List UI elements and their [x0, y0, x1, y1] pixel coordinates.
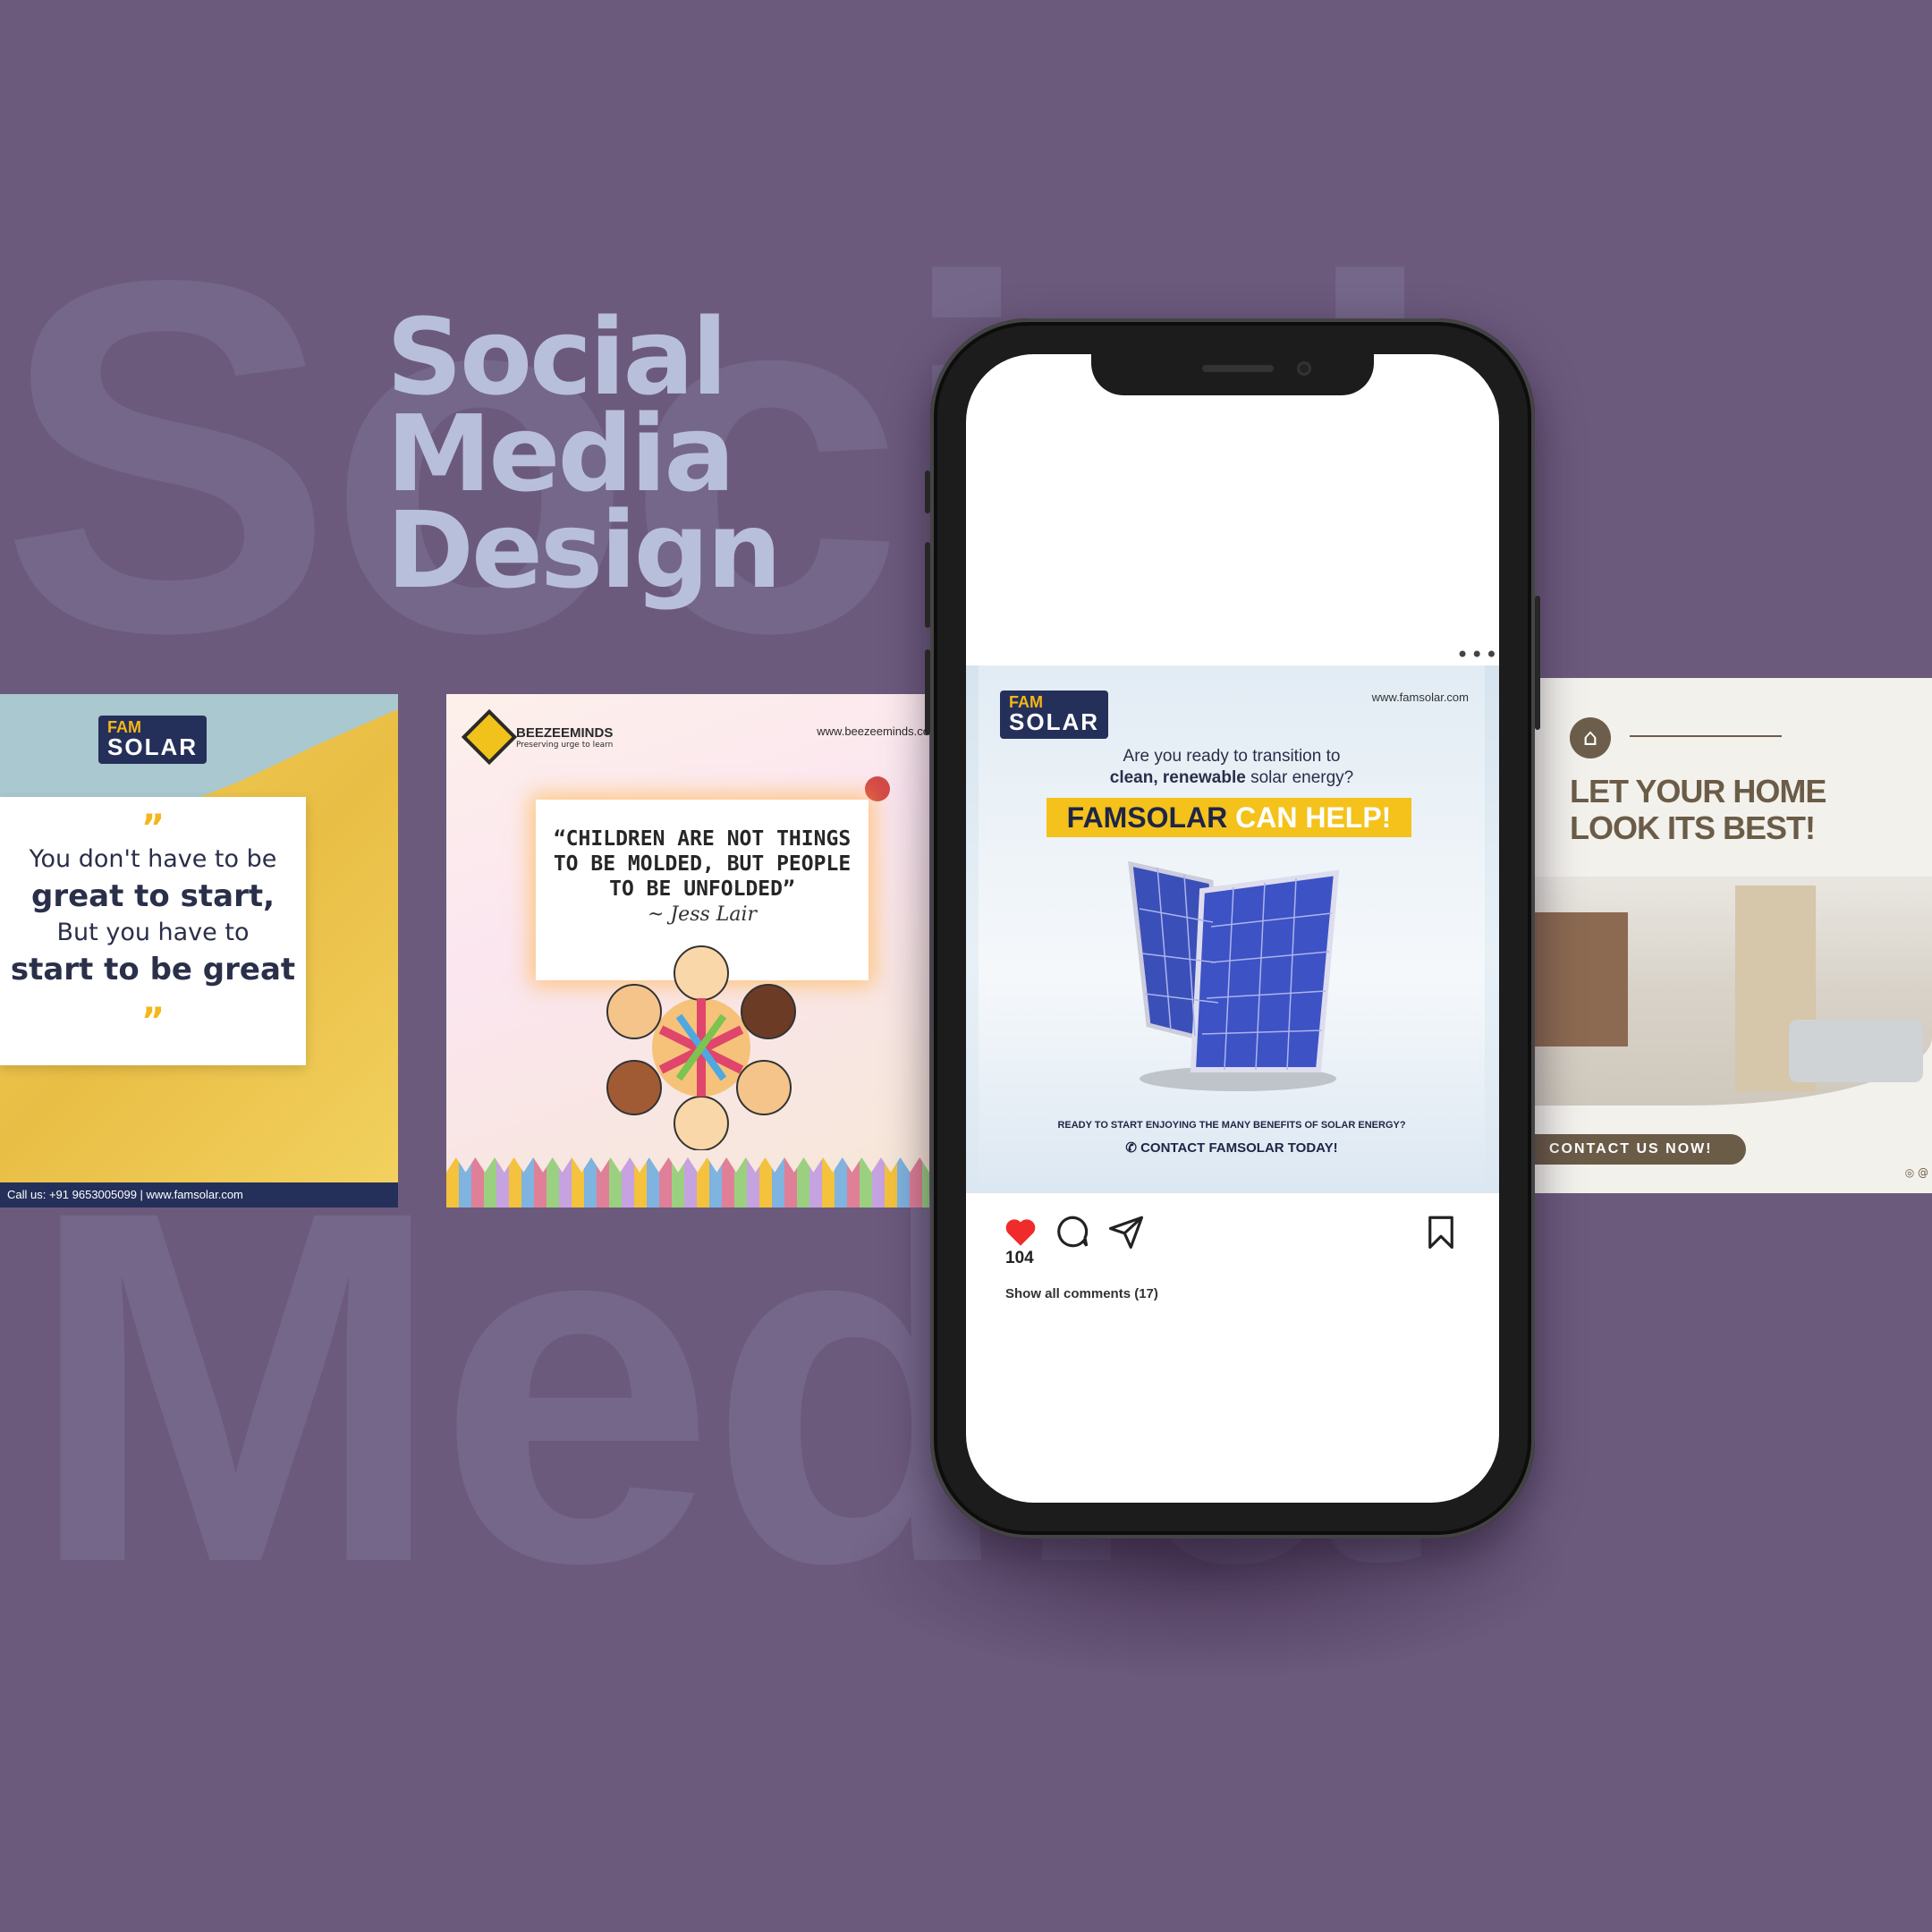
solar-panels-illustration: [1128, 860, 1340, 1091]
home-title: LET YOUR HOME LOOK ITS BEST!: [1570, 773, 1826, 846]
headline-line1: Social: [386, 295, 728, 419]
share-icon[interactable]: [1107, 1213, 1145, 1250]
headline: Social Media Design: [386, 295, 782, 612]
comment-icon[interactable]: [1054, 1213, 1091, 1250]
banner-text: CAN HELP!: [1227, 801, 1392, 834]
quote-line1: You don't have to be: [29, 845, 277, 873]
pencils-border: [446, 1157, 929, 1208]
children-circle-illustration: [606, 945, 796, 1150]
brand-name: BEEZEEMINDS: [516, 724, 614, 741]
notch: [1091, 354, 1374, 395]
bookmark-icon[interactable]: [1422, 1213, 1460, 1250]
question-bold: clean, renewable: [1109, 768, 1246, 787]
photo-sofa: [1789, 1020, 1923, 1082]
mute-switch: [925, 470, 930, 513]
question-rest: solar energy?: [1245, 768, 1354, 787]
beezeeminds-logo-icon: [461, 708, 518, 766]
title-line1: LET YOUR HOME: [1570, 773, 1826, 809]
headline-line3: Design: [386, 488, 782, 612]
post-actions: [1002, 1213, 1467, 1258]
front-camera-icon: [1297, 361, 1311, 376]
quote-text: “CHILDREN ARE NOT THINGS TO BE MOLDED, B…: [553, 827, 852, 901]
post-url: www.famsolar.com: [1371, 691, 1469, 704]
title-line2: LOOK ITS BEST!: [1570, 809, 1816, 846]
card-url: www.beezeeminds.co: [817, 724, 929, 738]
logo-bottom: SOLAR: [1009, 708, 1099, 735]
quote-open-icon: ”: [140, 808, 165, 849]
question-line1: Are you ready to transition to: [1123, 747, 1341, 766]
post-card: FAM SOLAR www.famsolar.com Are you ready…: [979, 665, 1485, 1184]
logo-bottom: SOLAR: [107, 733, 198, 760]
post-banner: FAMSOLAR CAN HELP!: [1046, 798, 1411, 837]
famsolar-logo: FAM SOLAR: [1000, 691, 1108, 739]
famsolar-logo: FAM SOLAR: [98, 716, 207, 764]
quote-author: ~ Jess Lair: [647, 903, 758, 926]
pushpin-icon: [865, 776, 890, 801]
beezeeminds-logo: BEEZEEMINDS Preserving urge to learn: [461, 708, 614, 766]
post-contact: ✆ CONTACT FAMSOLAR TODAY!: [1125, 1140, 1338, 1156]
quote-box: ” You don't have to be great to start, B…: [0, 797, 306, 1065]
famsolar-quote-card: FAM SOLAR ” You don't have to be great t…: [0, 694, 398, 1208]
quote-line3: But you have to: [56, 919, 250, 946]
banner-brand: FAMSOLAR: [1066, 801, 1228, 834]
volume-down-button: [925, 649, 930, 735]
more-options-icon[interactable]: •••: [1456, 642, 1499, 667]
heart-icon[interactable]: [1002, 1213, 1039, 1250]
volume-up-button: [925, 542, 930, 628]
phone-screen: ••• FAM SOLAR www.famsolar.com Are you r…: [966, 354, 1499, 1503]
home-icon: ⌂: [1570, 717, 1611, 758]
instagram-handle: ◎ @: [1904, 1166, 1928, 1179]
brand-tagline: Preserving urge to learn: [516, 740, 614, 750]
contact-us-button: CONTACT US NOW!: [1521, 1134, 1746, 1165]
headline-line2: Media: [386, 392, 735, 515]
quote-close-icon: ”: [140, 1001, 165, 1042]
interior-photo: [1521, 877, 1932, 1106]
question-line2: clean, renewable solar energy?: [979, 767, 1485, 789]
power-button: [1535, 596, 1540, 730]
home-interior-card: ⌂ LET YOUR HOME LOOK ITS BEST! CONTACT U…: [1521, 678, 1932, 1193]
card-footer: Call us: +91 9653005099 | www.famsolar.c…: [0, 1182, 398, 1208]
speaker-grille: [1202, 365, 1274, 372]
beezeeminds-quote-card: BEEZEEMINDS Preserving urge to learn www…: [446, 694, 929, 1208]
post-question: Are you ready to transition to clean, re…: [979, 746, 1485, 789]
post-image: FAM SOLAR www.famsolar.com Are you ready…: [966, 665, 1499, 1193]
quote-line2: great to start,: [30, 878, 275, 914]
show-comments-link[interactable]: Show all comments (17): [1005, 1286, 1158, 1301]
quote-line4: start to be great: [10, 952, 296, 987]
divider: [1630, 735, 1782, 737]
like-count: 104: [1005, 1249, 1034, 1267]
phone-mockup: ••• FAM SOLAR www.famsolar.com Are you r…: [925, 318, 1540, 1538]
photo-wall: [1521, 912, 1628, 1046]
post-subtext: READY TO START ENJOYING THE MANY BENEFIT…: [1057, 1120, 1406, 1131]
